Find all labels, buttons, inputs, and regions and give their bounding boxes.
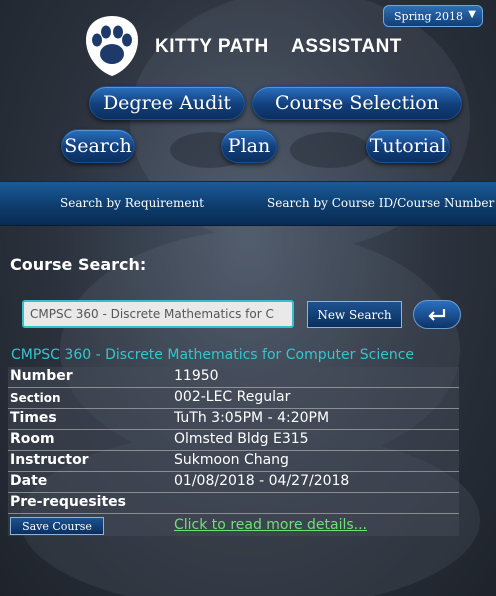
detail-value: Sukmoon Chang (174, 452, 289, 468)
degree-audit-button[interactable]: Degree Audit (89, 86, 245, 120)
course-title: CMPSC 360 - Discrete Mathematics for Com… (11, 347, 415, 363)
detail-label: Times (10, 410, 57, 426)
search-by-requirement-tab[interactable]: Search by Requirement (60, 196, 204, 210)
course-details-table: Number 11950 Section 002-LEC Regular Tim… (8, 367, 459, 536)
detail-value: TuTh 3:05PM - 4:20PM (174, 410, 330, 426)
search-mode-bar: Search by Requirement Search by Course I… (0, 181, 496, 226)
detail-label: Date (10, 473, 48, 489)
detail-row-room: Room Olmsted Bldg E315 (8, 430, 459, 451)
detail-label: Instructor (10, 452, 89, 468)
detail-row-actions: Save Course Click to read more details..… (8, 514, 459, 536)
tutorial-button[interactable]: Tutorial (366, 129, 450, 163)
detail-row-date: Date 01/08/2018 - 04/27/2018 (8, 472, 459, 493)
search-button[interactable]: Search (61, 129, 135, 163)
detail-row-instructor: Instructor Sukmoon Chang (8, 451, 459, 472)
detail-value: 11950 (174, 368, 219, 384)
save-course-button[interactable]: Save Course (10, 517, 104, 535)
detail-label: Number (10, 368, 73, 384)
back-button[interactable] (413, 300, 461, 329)
detail-label: Pre-requesites (10, 494, 127, 510)
new-search-button[interactable]: New Search (307, 301, 402, 328)
detail-label: Section (10, 391, 61, 405)
course-search-heading: Course Search: (10, 255, 147, 274)
detail-value: 01/08/2018 - 04/27/2018 (174, 473, 350, 489)
detail-row-times: Times TuTh 3:05PM - 4:20PM (8, 409, 459, 430)
detail-row-section: Section 002-LEC Regular (8, 388, 459, 409)
semester-select-value: Spring 2018 (394, 9, 463, 23)
detail-label: Room (10, 431, 55, 447)
detail-row-prerequisites: Pre-requesites (8, 493, 459, 514)
detail-value: 002-LEC Regular (174, 389, 291, 405)
read-more-details-link[interactable]: Click to read more details... (174, 517, 367, 533)
semester-select[interactable]: Spring 2018 ▼ (383, 5, 483, 27)
course-selection-button[interactable]: Course Selection (252, 86, 462, 120)
search-by-course-id-tab[interactable]: Search by Course ID/Course Number (267, 196, 494, 210)
app-title: KITTY PATH ASSISTANT (155, 36, 402, 57)
return-arrow-icon (428, 308, 446, 321)
course-search-input[interactable]: CMPSC 360 - Discrete Mathematics for C (22, 300, 294, 328)
chevron-down-icon: ▼ (468, 9, 476, 20)
paw-logo-icon (86, 16, 138, 76)
detail-row-number: Number 11950 (8, 367, 459, 388)
detail-value: Olmsted Bldg E315 (174, 431, 309, 447)
plan-button[interactable]: Plan (221, 129, 277, 163)
